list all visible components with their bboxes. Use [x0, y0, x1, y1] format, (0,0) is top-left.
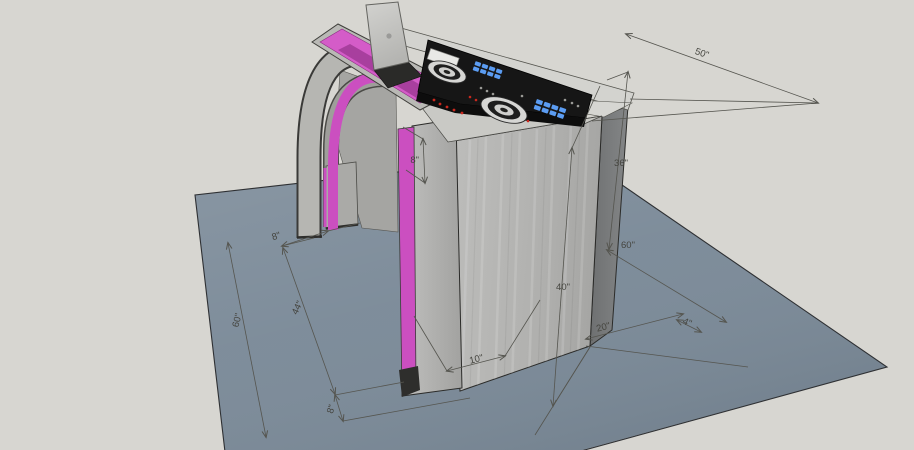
- dim-label-40: 40": [556, 282, 570, 293]
- 3d-viewport[interactable]: 50" 36" 8" 60" 20" 4" 40" 10" 8" 44" 60"…: [0, 0, 914, 450]
- viewport-stage: 50" 36" 8" 60" 20" 4" 40" 10" 8" 44" 60"…: [0, 0, 914, 450]
- dim-label-8-arch: 8": [410, 155, 419, 166]
- dim-label-36: 36": [614, 158, 628, 169]
- dim-label-60-right: 60": [621, 240, 635, 251]
- arch-front-leg: [398, 119, 462, 397]
- laptop-logo-icon: [386, 33, 391, 38]
